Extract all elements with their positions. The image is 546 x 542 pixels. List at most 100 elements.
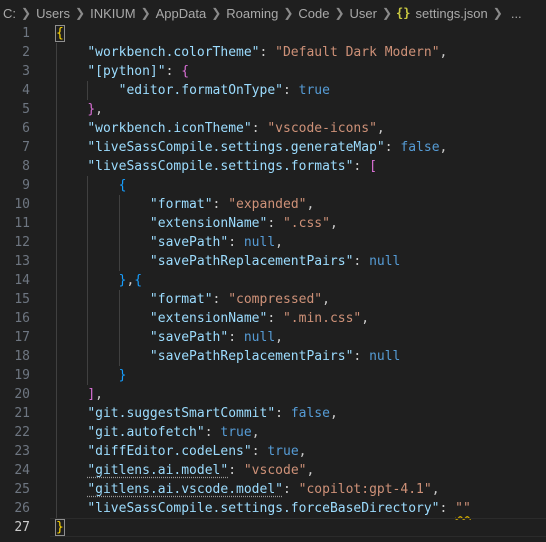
code-line[interactable]: 2 "workbench.colorTheme": "Default Dark … (0, 43, 546, 62)
code-text: } (56, 366, 127, 385)
breadcrumb-user[interactable]: User (349, 6, 378, 21)
code-text: "diffEditor.codeLens": true, (56, 442, 306, 461)
line-number: 10 (14, 197, 30, 212)
code-token: , (329, 216, 338, 231)
code-line[interactable]: 24 "gitlens.ai.model": "vscode", (0, 461, 546, 480)
breadcrumb-roaming[interactable]: Roaming (225, 6, 279, 21)
code-line[interactable]: 5 }, (0, 100, 546, 119)
code-token: : (267, 216, 283, 231)
code-token: { (55, 25, 65, 42)
code-line[interactable]: 14 },{ (0, 271, 546, 290)
code-token: } (118, 368, 127, 383)
breadcrumb-drive[interactable]: C: (2, 6, 17, 21)
breadcrumb-users[interactable]: Users (35, 6, 71, 21)
code-token: "expanded" (228, 197, 307, 212)
code-line[interactable]: 26 "liveSassCompile.settings.forceBaseDi… (0, 499, 546, 518)
code-token: : (228, 235, 244, 250)
code-line[interactable]: 6 "workbench.iconTheme": "vscode-icons", (0, 119, 546, 138)
line-number: 18 (14, 349, 30, 364)
code-token: "savePathReplacementPairs" (149, 254, 354, 269)
code-token: "savePath" (149, 235, 229, 250)
code-token: , (275, 235, 283, 250)
breadcrumb-appdata[interactable]: AppData (155, 6, 208, 21)
code-text: "extensionName": ".css", (56, 214, 338, 233)
code-line[interactable]: 9 { (0, 176, 546, 195)
code-line[interactable]: 8 "liveSassCompile.settings.formats": [ (0, 157, 546, 176)
code-token: } (55, 519, 65, 536)
code-token: { (134, 273, 143, 288)
code-token: null (243, 330, 276, 345)
code-token: "liveSassCompile.settings.formats" (87, 159, 354, 174)
line-number: 4 (22, 83, 30, 98)
code-token: [ (369, 159, 377, 174)
code-token: } (87, 102, 96, 117)
code-text: "editor.formatOnType": true (56, 81, 330, 100)
code-text: "[python]": { (56, 62, 189, 81)
code-text: "savePath": null, (56, 328, 283, 347)
breadcrumb-file[interactable]: settings.json (415, 6, 489, 21)
breadcrumb-user-folder[interactable]: INKIUM (89, 6, 137, 21)
code-line[interactable]: 16 "extensionName": ".min.css", (0, 309, 546, 328)
breadcrumb: C: ❯ Users ❯ INKIUM ❯ AppData ❯ Roaming … (0, 0, 546, 26)
code-line[interactable]: 15 "format": "compressed", (0, 290, 546, 309)
code-text: "gitlens.ai.model": "vscode", (56, 461, 314, 480)
code-line[interactable]: 11 "extensionName": ".css", (0, 214, 546, 233)
code-line[interactable]: 13 "savePathReplacementPairs": null (0, 252, 546, 271)
breadcrumb-code[interactable]: Code (297, 6, 330, 21)
chevron-right-icon: ❯ (283, 6, 294, 20)
code-editor[interactable]: 1{2 "workbench.colorTheme": "Default Dar… (0, 24, 546, 542)
code-token: "workbench.colorTheme" (87, 45, 260, 60)
code-text: ], (56, 385, 103, 404)
code-token: "liveSassCompile.settings.generateMap" (87, 140, 385, 155)
code-line[interactable]: 4 "editor.formatOnType": true (0, 81, 546, 100)
code-line[interactable]: 3 "[python]": { (0, 62, 546, 81)
line-number: 13 (14, 254, 30, 269)
code-line[interactable]: 19 } (0, 366, 546, 385)
code-text: "git.suggestSmartCommit": false, (56, 404, 338, 423)
code-text: { (55, 24, 65, 43)
line-number: 1 (22, 26, 30, 41)
code-line[interactable]: 1{ (0, 24, 546, 43)
code-token: : (228, 330, 244, 345)
code-line[interactable]: 27} (0, 518, 546, 537)
code-line[interactable]: 17 "savePath": null, (0, 328, 546, 347)
code-line[interactable]: 10 "format": "expanded", (0, 195, 546, 214)
code-token: , (329, 406, 338, 421)
code-token: "Default Dark Modern" (275, 45, 440, 60)
code-line[interactable]: 21 "git.suggestSmartCommit": false, (0, 404, 546, 423)
breadcrumb-more[interactable]: ... (507, 6, 523, 21)
code-line[interactable]: 12 "savePath": null, (0, 233, 546, 252)
code-line[interactable]: 20 ], (0, 385, 546, 404)
code-token: true (267, 444, 299, 459)
code-text: "format": "compressed", (56, 290, 330, 309)
code-line[interactable]: 18 "savePathReplacementPairs": null (0, 347, 546, 366)
code-line[interactable]: 23 "diffEditor.codeLens": true, (0, 442, 546, 461)
code-line[interactable]: 22 "git.autofetch": true, (0, 423, 546, 442)
line-number: 5 (22, 102, 30, 117)
code-token: , (251, 425, 260, 440)
code-token: : (439, 501, 456, 516)
code-token: , (298, 444, 307, 459)
code-token: "savePath" (149, 330, 229, 345)
code-token: , (322, 292, 330, 307)
code-token: "vscode" (243, 463, 307, 478)
line-number: 19 (14, 368, 30, 383)
code-line[interactable]: 7 "liveSassCompile.settings.generateMap"… (0, 138, 546, 157)
code-token: : (228, 463, 244, 478)
code-token: "[python]" (87, 64, 166, 79)
code-line[interactable]: 25 "gitlens.ai.vscode.model": "copilot:g… (0, 480, 546, 499)
line-number: 6 (22, 121, 30, 136)
code-token: { (181, 64, 190, 79)
